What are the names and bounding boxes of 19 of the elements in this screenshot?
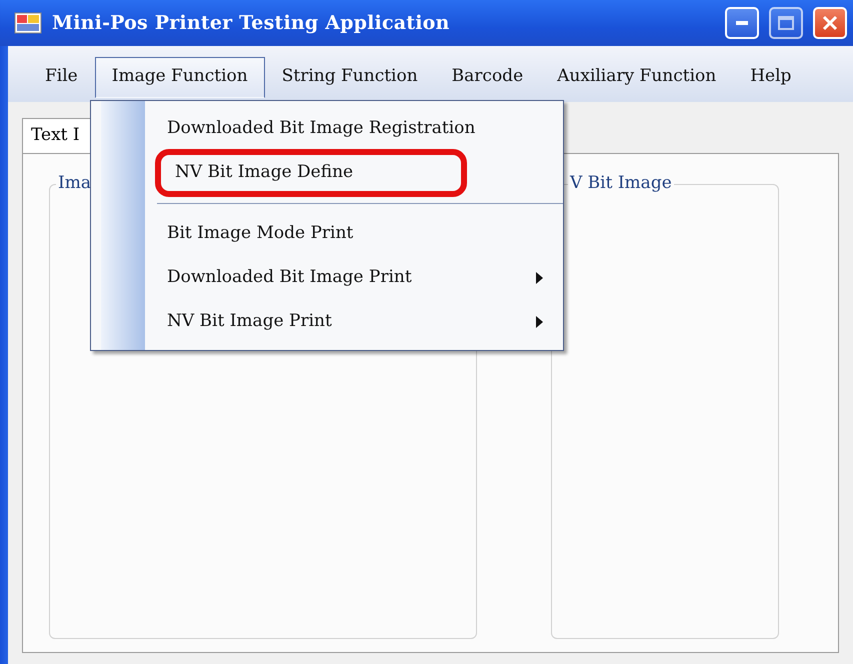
menu-item[interactable]: String Function: [264, 56, 435, 98]
maximize-icon: [778, 16, 794, 30]
menu-option[interactable]: Downloaded Bit Image Registration: [145, 107, 563, 151]
menu-item[interactable]: Auxiliary Function: [540, 56, 734, 98]
menu-option[interactable]: NV Bit Image Print: [145, 300, 563, 344]
close-icon: [822, 15, 838, 31]
menu-item[interactable]: Barcode: [434, 56, 540, 98]
maximize-button[interactable]: [769, 7, 803, 39]
close-button[interactable]: [813, 7, 847, 39]
menu-item[interactable]: Help: [733, 56, 808, 98]
menu-option[interactable]: Bit Image Mode Print: [145, 212, 563, 256]
minimize-button[interactable]: [725, 7, 759, 39]
app-icon: [14, 10, 42, 35]
window-title: Mini-Pos Printer Testing Application: [52, 10, 451, 36]
menu-option[interactable]: Downloaded Bit Image Print: [145, 256, 563, 300]
minimize-icon: [736, 21, 748, 25]
menu-item[interactable]: File: [28, 56, 95, 98]
menu-item[interactable]: Image Function: [94, 56, 265, 98]
menu-option[interactable]: NV Bit Image Define: [161, 155, 461, 191]
